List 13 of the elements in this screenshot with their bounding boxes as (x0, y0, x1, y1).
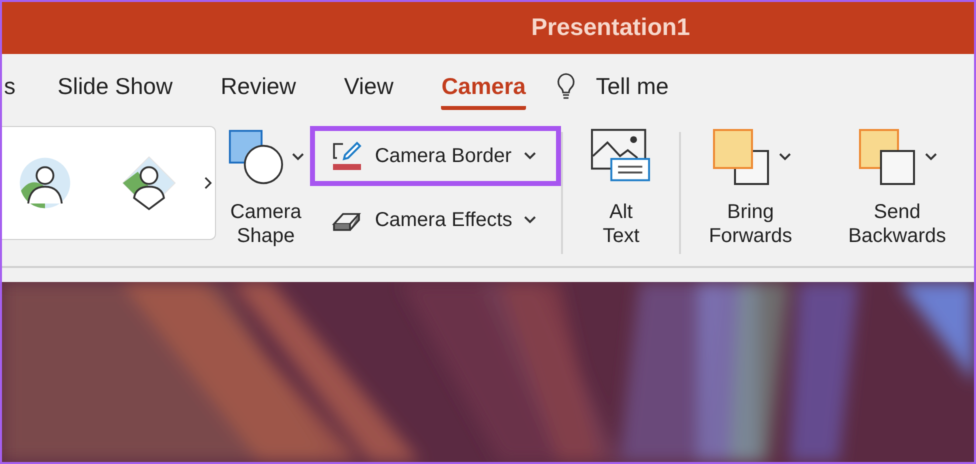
ribbon-tab[interactable]: Camera (441, 66, 526, 110)
ribbon-button[interactable]: Camera Effects (310, 190, 562, 250)
ribbon-button[interactable]: Alt Text (591, 126, 652, 248)
camera-shape-button[interactable]: Camera Shape (228, 126, 304, 248)
ribbon-tab[interactable]: Review (220, 66, 296, 110)
ribbon-tab[interactable]: Slide Show (58, 66, 173, 110)
ribbon-tab[interactable]: View (344, 66, 394, 110)
tell-me-search[interactable]: Tell me (596, 72, 669, 100)
ribbon-button[interactable]: Camera Border (310, 126, 562, 186)
ribbon-button[interactable]: Bring Forwards (708, 126, 792, 248)
window-title: Presentation1 (531, 14, 690, 42)
ribbon-button[interactable]: Send Backwards (848, 126, 946, 248)
ribbon-tab[interactable]: s (4, 66, 16, 110)
